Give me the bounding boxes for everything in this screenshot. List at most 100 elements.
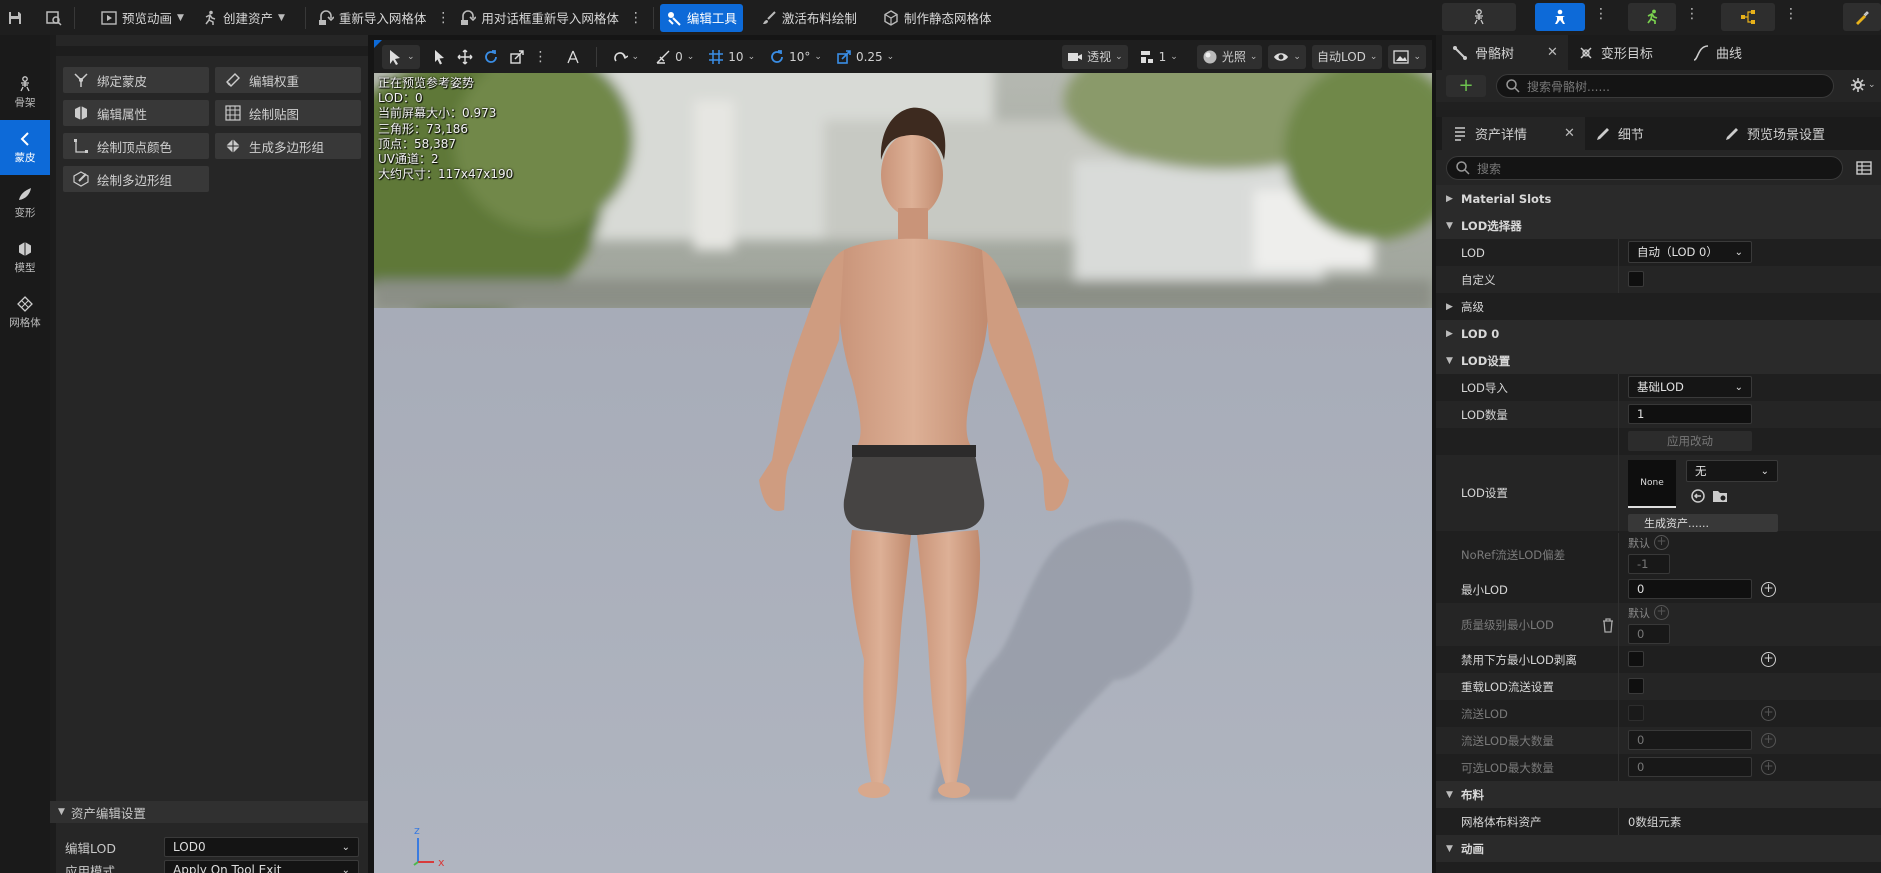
- category-animation[interactable]: ▼ 动画: [1436, 835, 1881, 862]
- surface-snap-button[interactable]: ⌄: [607, 45, 645, 69]
- make-static-mesh-button[interactable]: 制作静态网格体: [877, 4, 998, 32]
- tab-asset-details[interactable]: 资产详情 ✕: [1442, 117, 1585, 150]
- bind-skin-tool-button[interactable]: 绑定蒙皮: [63, 67, 209, 93]
- lod-settings-combo[interactable]: 无 ⌄: [1686, 460, 1778, 482]
- chevron-right-icon: ▶: [1446, 328, 1453, 339]
- animation-mode-button[interactable]: [1628, 3, 1676, 31]
- more-options-icon[interactable]: ⋮: [432, 10, 454, 26]
- lod-count-input[interactable]: 1: [1628, 404, 1752, 424]
- rail-item-model[interactable]: 模型: [0, 230, 50, 285]
- asset-settings-header[interactable]: ▼ 资产编辑设置: [50, 801, 368, 823]
- close-icon[interactable]: ✕: [1564, 126, 1575, 141]
- paint-vertex-color-tool-button[interactable]: 绘制顶点颜色: [63, 133, 209, 159]
- coordinate-space-button[interactable]: [560, 45, 586, 69]
- perspective-button[interactable]: 透视 ⌄: [1062, 44, 1128, 69]
- table-view-icon[interactable]: [1856, 160, 1872, 176]
- tab-preview-scene-settings[interactable]: 预览场景设置: [1714, 117, 1835, 150]
- override-streaming-checkbox[interactable]: [1628, 678, 1644, 694]
- edit-lod-select[interactable]: LOD0 ⌄: [164, 837, 359, 857]
- lod-import-combo[interactable]: 基础LOD ⌄: [1628, 376, 1752, 398]
- rail-item-mesh[interactable]: 网格体: [0, 285, 50, 340]
- add-override-icon[interactable]: +: [1654, 605, 1669, 620]
- reimport-icon: [318, 9, 334, 26]
- show-flags-button[interactable]: ⌄: [1268, 44, 1306, 69]
- rail-item-deform[interactable]: 变形: [0, 175, 50, 230]
- category-lod-selector[interactable]: ▼ LOD选择器: [1436, 212, 1881, 239]
- category-cloth[interactable]: ▼ 布料: [1436, 781, 1881, 808]
- edit-attributes-tool-button[interactable]: 编辑属性: [63, 100, 209, 126]
- custom-checkbox[interactable]: [1628, 271, 1644, 287]
- tab-skeleton-tree[interactable]: 骨骼树 ✕: [1442, 35, 1568, 70]
- layers-button[interactable]: 1 ⌄: [1134, 45, 1183, 69]
- use-selected-icon[interactable]: [1690, 488, 1706, 504]
- reimport-mesh-button[interactable]: 重新导入网格体: [312, 4, 433, 32]
- select-mode-button[interactable]: ⌄: [382, 44, 420, 69]
- category-material-slots[interactable]: ▶ Material Slots: [1436, 185, 1881, 212]
- rotate-tool-button[interactable]: [478, 45, 504, 69]
- viewport-options-button[interactable]: ⌄: [1388, 44, 1426, 69]
- more-options-icon[interactable]: ⋮: [625, 10, 647, 26]
- generate-polygroups-tool-button[interactable]: 生成多边形组: [215, 133, 361, 159]
- more-options-icon[interactable]: ⋮: [1780, 6, 1802, 22]
- create-asset-button[interactable]: 创建资产 ▼: [196, 4, 291, 32]
- scale-snap-button[interactable]: 0.25 ⌄: [831, 45, 899, 69]
- activate-cloth-paint-button[interactable]: 激活布料绘制: [755, 4, 863, 32]
- paint-maps-tool-button[interactable]: 绘制贴图: [215, 100, 361, 126]
- edit-weights-tool-button[interactable]: 编辑权重: [215, 67, 361, 93]
- preview-animation-button[interactable]: 预览动画 ▼: [95, 4, 190, 32]
- browse-folder-icon[interactable]: [1712, 488, 1728, 504]
- advanced-row[interactable]: ▶ 高级: [1436, 293, 1881, 320]
- skeleton-mode-button[interactable]: [1442, 3, 1516, 31]
- add-override-icon[interactable]: +: [1654, 535, 1669, 550]
- add-platform-override-icon[interactable]: +: [1761, 582, 1776, 597]
- save-button[interactable]: [2, 4, 28, 32]
- rail-item-label: 骨架: [14, 96, 36, 109]
- add-platform-override-icon[interactable]: +: [1761, 652, 1776, 667]
- viewport-scene: [374, 40, 1432, 873]
- lod-combo[interactable]: 自动（LOD 0） ⌄: [1628, 241, 1752, 263]
- mesh-mode-button[interactable]: [1535, 3, 1585, 31]
- disable-below-min-checkbox[interactable]: [1628, 651, 1644, 667]
- tab-details[interactable]: 细节: [1585, 117, 1654, 150]
- tab-morph-targets[interactable]: 变形目标: [1568, 35, 1663, 70]
- translate-tool-button[interactable]: [452, 45, 478, 69]
- details-search-input[interactable]: 搜索: [1446, 156, 1843, 180]
- edit-tools-button[interactable]: 编辑工具: [659, 3, 743, 32]
- lighting-button[interactable]: 光照 ⌄: [1196, 44, 1263, 69]
- bone-search-input[interactable]: 搜索骨骼树......: [1496, 74, 1834, 98]
- auto-lod-button[interactable]: 自动LOD ⌄: [1311, 44, 1383, 69]
- chevron-down-icon: ▼: [1446, 355, 1453, 366]
- select-tool-button[interactable]: [426, 45, 452, 69]
- apply-mode-select[interactable]: Apply On Tool Exit ⌄: [164, 860, 359, 873]
- trash-icon[interactable]: [1600, 617, 1616, 633]
- add-bone-button[interactable]: +: [1446, 75, 1486, 97]
- min-lod-input[interactable]: 0: [1628, 579, 1752, 599]
- rail-item-skin[interactable]: 蒙皮: [0, 120, 50, 175]
- physics-mode-button[interactable]: [1843, 3, 1881, 31]
- skeleton-icon: [17, 75, 33, 92]
- viewport[interactable]: ⌄ ⋮ ⌄ 0 ⌄ 10 ⌄ 10° ⌄ 0.25 ⌄ 透视 ⌄ 1 ⌄ 光照 ⌄ ⌄ 自动L…: [374, 40, 1432, 873]
- apply-changes-button[interactable]: 应用改动: [1628, 431, 1752, 451]
- asset-thumbnail[interactable]: None: [1628, 460, 1676, 508]
- grid-snap-button[interactable]: 10 ⌄: [703, 45, 760, 69]
- details-icon: [1595, 126, 1611, 142]
- chevron-down-icon: ⌄: [1170, 51, 1178, 62]
- lod-settings-label: LOD设置: [1461, 486, 1508, 500]
- category-lod-settings[interactable]: ▼ LOD设置: [1436, 347, 1881, 374]
- close-icon[interactable]: ✕: [1547, 45, 1558, 60]
- scale-tool-button[interactable]: [504, 45, 530, 69]
- browse-asset-button[interactable]: [40, 4, 68, 32]
- generate-asset-button[interactable]: 生成资产......: [1628, 514, 1778, 532]
- paint-polygroups-tool-button[interactable]: 绘制多边形组: [63, 166, 209, 192]
- tab-curves[interactable]: 曲线: [1683, 35, 1752, 70]
- angle-snap-button[interactable]: 10° ⌄: [764, 45, 827, 69]
- more-options-icon[interactable]: ⋮: [530, 49, 552, 65]
- category-lod0[interactable]: ▶ LOD 0: [1436, 320, 1881, 347]
- rail-item-skeleton[interactable]: 骨架: [0, 65, 50, 120]
- rotation-snap-button[interactable]: 0 ⌄: [650, 45, 699, 69]
- more-options-icon[interactable]: ⋮: [1590, 6, 1612, 22]
- skeleton-settings-button[interactable]: ⌄: [1850, 77, 1876, 93]
- more-options-icon[interactable]: ⋮: [1681, 6, 1703, 22]
- blueprint-mode-button[interactable]: [1721, 3, 1775, 31]
- reimport-with-dialog-button[interactable]: 用对话框重新导入网格体: [454, 4, 625, 32]
